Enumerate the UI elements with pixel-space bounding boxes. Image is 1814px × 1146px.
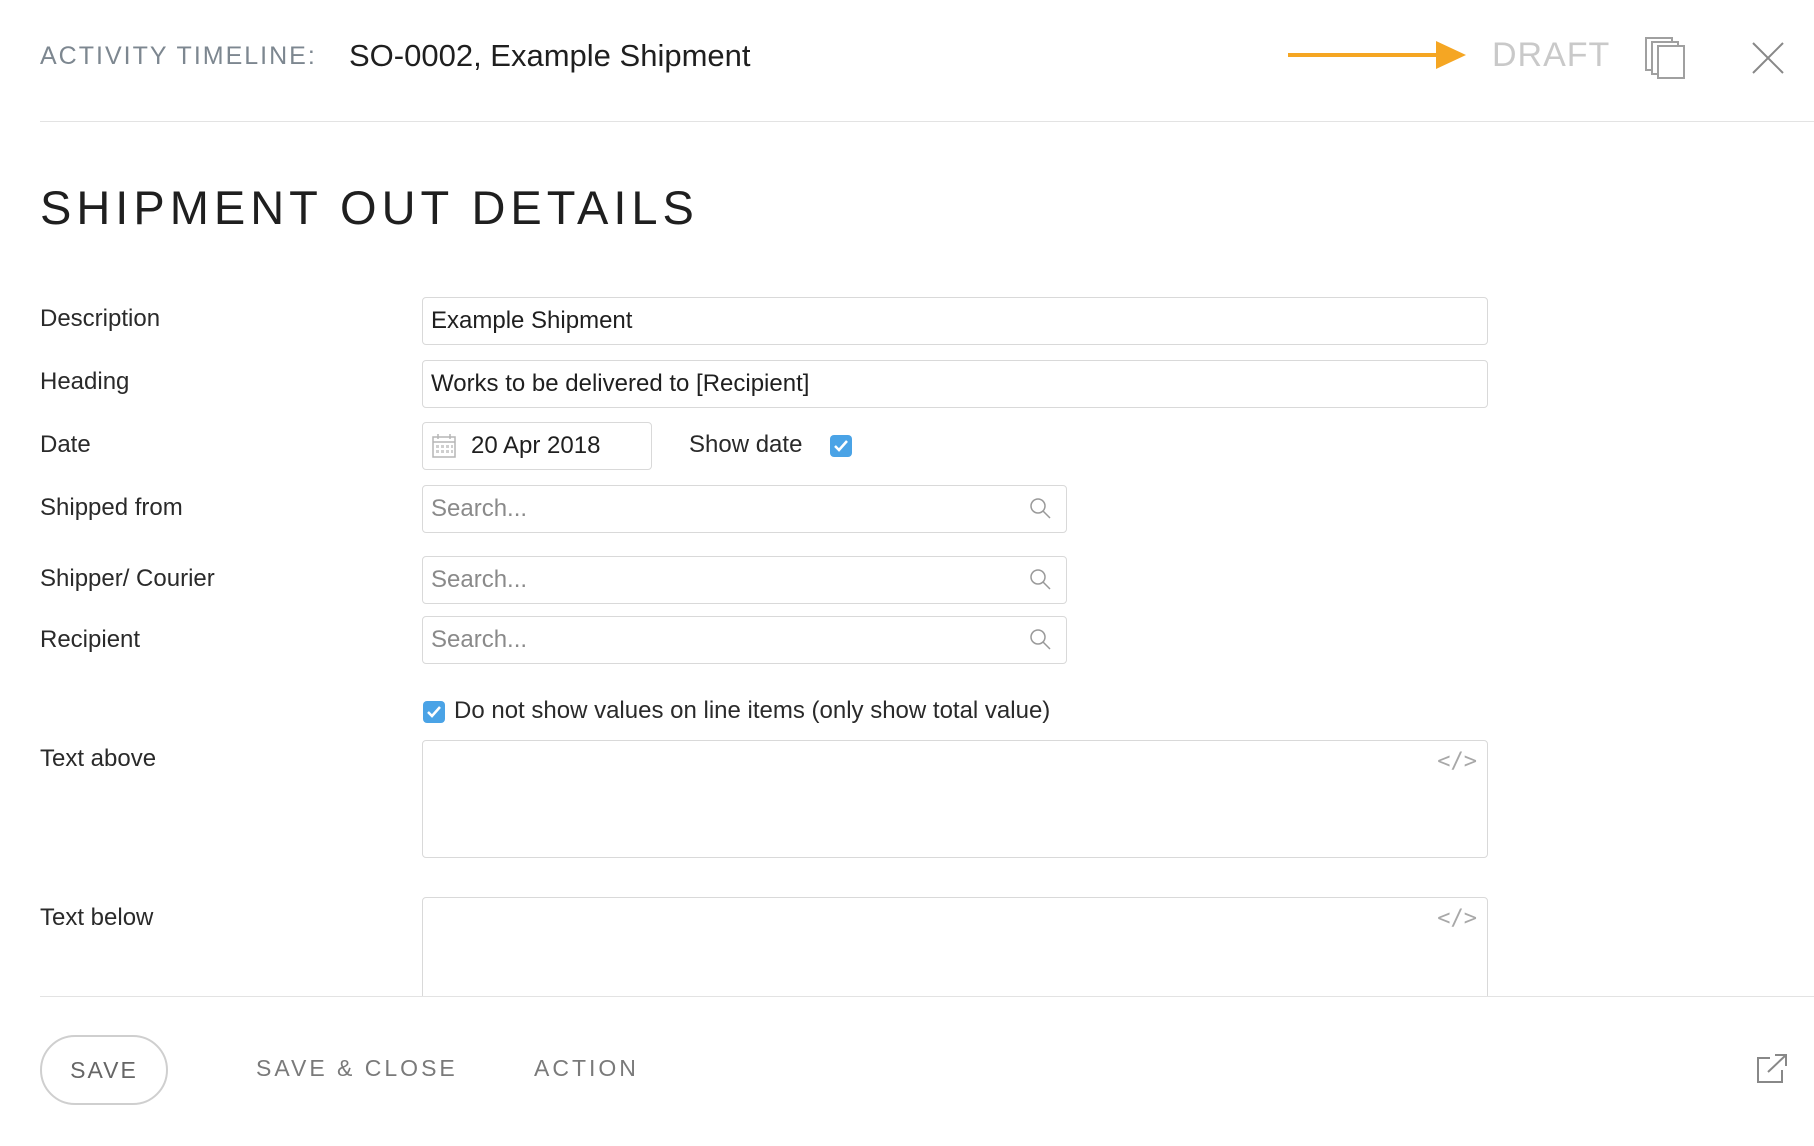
show-date-checkbox[interactable]: [830, 435, 852, 457]
code-view-icon[interactable]: </>: [1437, 906, 1477, 931]
search-icon: [1030, 569, 1051, 590]
status-badge: DRAFT: [1492, 36, 1611, 74]
shipped-from-placeholder: Search...: [431, 495, 528, 522]
shipper-courier-search[interactable]: Search...: [422, 556, 1067, 604]
description-label: Description: [40, 305, 161, 332]
heading-label: Heading: [40, 368, 130, 395]
hide-line-values-label: Do not show values on line items (only s…: [454, 697, 1051, 724]
date-picker[interactable]: 20 Apr 2018: [422, 422, 652, 470]
text-above-editor[interactable]: </>: [422, 740, 1488, 858]
action-button[interactable]: ACTION: [534, 1055, 639, 1082]
shipper-courier-placeholder: Search...: [431, 566, 528, 593]
check-icon: [834, 440, 848, 452]
heading-value: Works to be delivered to [Recipient]: [431, 370, 810, 397]
text-below-container: </>: [422, 897, 1488, 996]
activity-timeline-label: ACTIVITY TIMELINE:: [40, 42, 317, 70]
recipient-search[interactable]: Search...: [422, 616, 1067, 664]
search-icon: [1030, 498, 1051, 519]
header-divider: [40, 121, 1814, 122]
record-title: SO-0002, Example Shipment: [349, 38, 751, 73]
shipped-from-search[interactable]: Search...: [422, 485, 1067, 533]
save-button[interactable]: SAVE: [40, 1035, 168, 1105]
save-close-button[interactable]: SAVE & CLOSE: [256, 1055, 458, 1082]
external-link-icon[interactable]: [1754, 1052, 1790, 1086]
recipient-placeholder: Search...: [431, 626, 528, 653]
text-above-label: Text above: [40, 745, 157, 772]
search-icon: [1030, 629, 1051, 650]
code-view-icon[interactable]: </>: [1437, 749, 1477, 774]
check-icon: [427, 706, 441, 718]
close-icon[interactable]: [1750, 40, 1786, 76]
footer-divider: [40, 996, 1814, 997]
arrow-icon: [1288, 41, 1466, 69]
date-value: 20 Apr 2018: [471, 432, 601, 459]
description-value: Example Shipment: [431, 307, 633, 334]
copy-icon[interactable]: [1644, 36, 1686, 80]
recipient-label: Recipient: [40, 626, 141, 653]
date-label: Date: [40, 431, 91, 458]
show-date-label: Show date: [689, 431, 803, 458]
text-below-editor[interactable]: </>: [422, 897, 1488, 996]
section-title: SHIPMENT OUT DETAILS: [40, 181, 699, 234]
text-below-label: Text below: [40, 904, 154, 931]
shipped-from-label: Shipped from: [40, 494, 183, 521]
heading-field[interactable]: Works to be delivered to [Recipient]: [422, 360, 1488, 408]
hide-line-values-checkbox[interactable]: [423, 701, 445, 723]
description-field[interactable]: Example Shipment: [422, 297, 1488, 345]
shipper-courier-label: Shipper/ Courier: [40, 565, 215, 592]
calendar-icon: [432, 434, 456, 458]
